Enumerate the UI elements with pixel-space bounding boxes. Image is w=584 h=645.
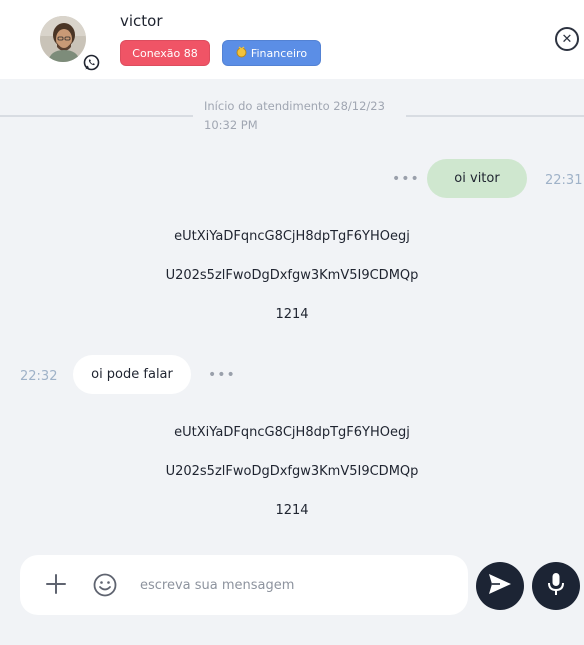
contact-name: victor (120, 12, 163, 30)
message-text: oi vitor (454, 171, 500, 186)
system-message-line: U202s5zlFwoDgDxfgw3KmV5I9CDMQp (165, 464, 419, 479)
system-message-line: eUtXiYaDFqncG8CjH8dpTgF6YHOegj (174, 425, 410, 440)
close-icon[interactable]: ✕ (555, 27, 579, 51)
avatar[interactable] (40, 16, 86, 62)
department-tag[interactable]: Financeiro (222, 40, 321, 66)
connection-tag-label: Conexão 88 (132, 46, 198, 60)
system-message-line: 1214 (275, 307, 309, 322)
message-time: 22:32 (20, 369, 58, 384)
coin-icon (236, 46, 247, 61)
message-text: oi pode falar (91, 367, 173, 382)
divider-right (406, 115, 584, 117)
outgoing-message-bubble[interactable]: oi vitor (427, 159, 527, 198)
mic-icon (544, 571, 568, 601)
more-dots-icon[interactable]: ••• (392, 172, 420, 186)
system-message-line: eUtXiYaDFqncG8CjH8dpTgF6YHOegj (174, 229, 410, 244)
more-dots-icon[interactable]: ••• (208, 368, 236, 382)
whatsapp-icon (82, 53, 101, 72)
send-button[interactable] (476, 562, 524, 610)
mic-button[interactable] (532, 562, 580, 610)
department-tag-label: Financeiro (250, 46, 308, 60)
send-icon (486, 570, 514, 602)
system-message-line: 1214 (275, 503, 309, 518)
connection-tag[interactable]: Conexão 88 (120, 40, 210, 66)
plus-icon[interactable] (44, 571, 68, 597)
chat-header: victor Conexão 88 Financeiro ✕ (0, 0, 584, 79)
incoming-message-bubble[interactable]: oi pode falar (73, 355, 191, 394)
divider-left (0, 115, 193, 117)
emoji-icon[interactable] (92, 572, 118, 598)
message-time: 22:31 (545, 173, 583, 188)
message-input[interactable] (140, 570, 450, 600)
system-message-line: U202s5zlFwoDgDxfgw3KmV5I9CDMQp (165, 268, 419, 283)
conversation-start-label: Início do atendimento 28/12/23 10:32 PM (204, 99, 385, 132)
